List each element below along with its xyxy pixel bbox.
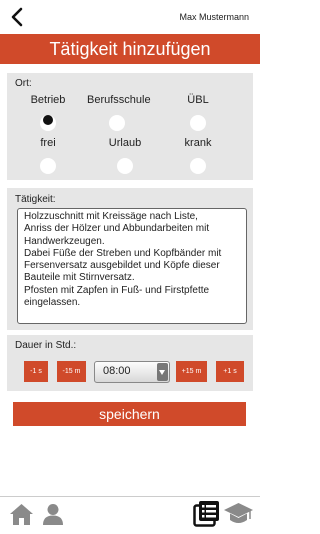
minus-1s-button[interactable]: -1 s: [24, 361, 48, 382]
ort-option-berufsschule[interactable]: Berufsschule: [87, 93, 151, 131]
user-name: Max Mustermann: [179, 12, 249, 22]
ort-radio-frei[interactable]: [40, 158, 56, 174]
ort-panel: Ort: Betrieb Berufsschule ÜBL frei Urlau…: [7, 73, 253, 180]
ort-radio-uebl[interactable]: [190, 115, 206, 131]
ort-option-frei[interactable]: frei: [18, 136, 78, 174]
ort-option-uebl[interactable]: ÜBL: [168, 93, 228, 131]
person-icon[interactable]: [42, 503, 64, 526]
dauer-panel: Dauer in Std.: -1 s -15 m 08:00 +15 m +1…: [7, 335, 253, 391]
graduation-cap-icon[interactable]: [223, 502, 254, 526]
duration-select[interactable]: 08:00: [94, 361, 170, 383]
ort-option-label: frei: [40, 137, 56, 149]
ort-radio-betrieb[interactable]: [40, 115, 56, 131]
ort-radio-krank[interactable]: [190, 158, 206, 174]
plus-15m-button[interactable]: +15 m: [176, 361, 207, 382]
ort-radio-urlaub[interactable]: [117, 158, 133, 174]
ort-option-betrieb[interactable]: Betrieb: [18, 93, 78, 131]
ort-option-urlaub[interactable]: Urlaub: [95, 136, 155, 174]
ort-option-label: Urlaub: [108, 137, 142, 149]
ort-radio-berufsschule[interactable]: [109, 115, 125, 131]
home-icon[interactable]: [9, 503, 34, 526]
minus-15m-button[interactable]: -15 m: [57, 361, 86, 382]
ort-option-label: Berufsschule: [87, 94, 151, 106]
ort-option-label: krank: [184, 137, 212, 149]
taetigkeit-panel: Tätigkeit: Holzzuschnitt mit Kreissäge n…: [7, 188, 253, 330]
plus-1s-button[interactable]: +1 s: [216, 361, 244, 382]
dauer-label: Dauer in Std.:: [15, 340, 77, 351]
taetigkeit-textarea[interactable]: Holzzuschnitt mit Kreissäge nach Liste, …: [17, 208, 247, 324]
save-button[interactable]: speichern: [13, 402, 246, 426]
ort-option-label: Betrieb: [30, 94, 66, 106]
top-bar: Max Mustermann: [0, 0, 260, 34]
list-icon[interactable]: [193, 500, 220, 527]
ort-label: Ort:: [15, 78, 32, 89]
ort-option-krank[interactable]: krank: [168, 136, 228, 174]
page-title: Tätigkeit hinzufügen: [0, 34, 260, 64]
nav-divider: [0, 496, 260, 497]
dropdown-arrow-icon: [157, 363, 168, 381]
ort-option-label: ÜBL: [187, 94, 209, 106]
taetigkeit-label: Tätigkeit:: [15, 194, 56, 205]
duration-value: 08:00: [103, 365, 131, 377]
back-arrow-icon[interactable]: [8, 6, 28, 28]
